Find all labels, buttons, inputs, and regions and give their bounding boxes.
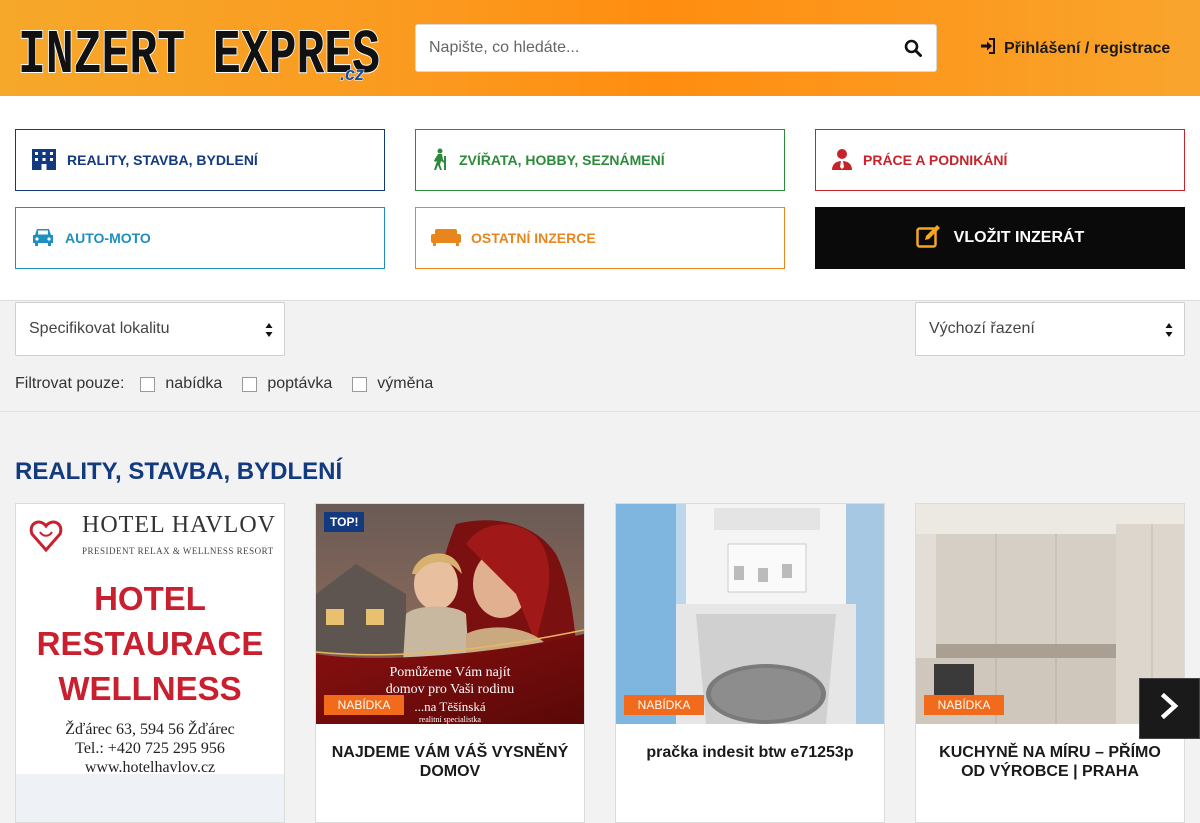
hiker-icon	[431, 148, 449, 173]
logo-text: INZERT EXPRES	[18, 20, 380, 82]
post-ad-button[interactable]: VLOŽIT INZERÁT	[815, 207, 1185, 269]
top-badge: TOP!	[324, 512, 365, 532]
checkbox[interactable]	[140, 376, 156, 392]
listing-card[interactable]: NABÍDKA pračka indesit btw e71253p	[615, 503, 885, 823]
image-text: Pomůžeme Vám najít	[389, 665, 511, 680]
search-box	[415, 24, 937, 72]
logo-suffix: .cz	[340, 64, 364, 82]
ad-contact: Žďárec 63, 594 56 Žďárec Tel.: +420 725 …	[16, 720, 284, 777]
listing-image-caption: Pomůžeme Vám najít domov pro Vaši rodinu…	[316, 664, 584, 724]
site-logo[interactable]: INZERT EXPRES .cz	[16, 12, 384, 92]
hotel-ad-banner[interactable]: HOTEL HAVLOV PRESIDENT RELAX & WELLNESS …	[15, 503, 285, 823]
ad-line: WELLNESS	[58, 670, 242, 707]
login-label: Přihlášení / registrace	[1004, 39, 1171, 57]
offer-badge: NABÍDKA	[324, 695, 404, 715]
building-icon	[31, 148, 57, 173]
checkbox-label: poptávka	[267, 375, 333, 392]
checkbox[interactable]	[242, 376, 258, 392]
car-icon	[31, 227, 55, 250]
category-label: ZVÍŘATA, HOBBY, SEZNÁMENÍ	[459, 152, 665, 168]
category-ostatni[interactable]: OSTATNÍ INZERCE	[415, 207, 785, 269]
locality-select-value: Specifikovat lokalitu	[29, 320, 170, 337]
ad-brand: HOTEL HAVLOV	[82, 512, 276, 538]
filter-label: Filtrovat pouze:	[15, 375, 125, 392]
businessman-icon	[831, 148, 853, 173]
sort-select[interactable]: Výchozí řazení	[915, 302, 1185, 356]
locality-select[interactable]: Specifikovat lokalitu	[15, 302, 285, 356]
search-input[interactable]	[416, 25, 876, 71]
search-icon[interactable]	[904, 39, 924, 59]
sort-arrows-icon	[265, 323, 273, 337]
checkbox-label: výměna	[377, 375, 434, 392]
ad-line: RESTAURACE	[36, 625, 264, 662]
category-label: PRÁCE A PODNIKÁNÍ	[863, 152, 1008, 168]
listing-title[interactable]: KUCHYNĚ NA MÍRU – PŘÍMO OD VÝROBCE | PRA…	[926, 743, 1174, 781]
ad-line: HOTEL	[94, 580, 206, 617]
filter-checkbox-poptavka[interactable]: poptávka	[242, 375, 332, 393]
carousel-next-button[interactable]	[1139, 678, 1200, 739]
checkbox-label: nabídka	[165, 375, 223, 392]
category-reality[interactable]: REALITY, STAVBA, BYDLENÍ	[15, 129, 385, 191]
login-link[interactable]: Přihlášení / registrace	[980, 38, 1170, 59]
listing-image: Pomůžeme Vám najít domov pro Vaši rodinu…	[316, 504, 584, 724]
section-title: REALITY, STAVBA, BYDLENÍ	[15, 458, 343, 485]
sort-select-value: Výchozí řazení	[929, 320, 1035, 337]
sign-in-icon	[980, 38, 996, 59]
category-prace[interactable]: PRÁCE A PODNIKÁNÍ	[815, 129, 1185, 191]
filter-checkbox-vymena[interactable]: výměna	[352, 375, 433, 393]
checkbox[interactable]	[352, 376, 368, 392]
sort-arrows-icon	[1165, 323, 1173, 337]
category-zvirata[interactable]: ZVÍŘATA, HOBBY, SEZNÁMENÍ	[415, 129, 785, 191]
ad-headline: HOTEL RESTAURACE WELLNESS	[16, 576, 284, 711]
site-header: INZERT EXPRES .cz Přihlášení / registrac…	[0, 0, 1200, 96]
listing-image: NABÍDKA	[616, 504, 884, 724]
filter-row: Filtrovat pouze: nabídka poptávka výměna	[15, 375, 453, 393]
category-label: OSTATNÍ INZERCE	[471, 230, 596, 246]
ad-tagline: PRESIDENT RELAX & WELLNESS RESORT	[82, 546, 274, 556]
listing-card[interactable]: NABÍDKA KUCHYNĚ NA MÍRU – PŘÍMO OD VÝROB…	[915, 503, 1185, 823]
listing-title[interactable]: pračka indesit btw e71253p	[626, 743, 874, 762]
edit-icon	[915, 224, 942, 253]
offer-badge: NABÍDKA	[624, 695, 704, 715]
ad-web: www.hotelhavlov.cz	[84, 759, 216, 776]
ad-address: Žďárec 63, 594 56 Žďárec	[65, 721, 235, 738]
filter-bar: Specifikovat lokalitu Výchozí řazení Fil…	[0, 302, 1200, 412]
offer-badge: NABÍDKA	[924, 695, 1004, 715]
category-panel: REALITY, STAVBA, BYDLENÍ ZVÍŘATA, HOBBY,…	[0, 96, 1200, 301]
category-label: REALITY, STAVBA, BYDLENÍ	[67, 152, 258, 168]
image-text: realitní specialistka	[419, 715, 481, 724]
category-auto-moto[interactable]: AUTO-MOTO	[15, 207, 385, 269]
listing-card[interactable]: Pomůžeme Vám najít domov pro Vaši rodinu…	[315, 503, 585, 823]
category-label: AUTO-MOTO	[65, 230, 151, 246]
filter-checkbox-nabidka[interactable]: nabídka	[140, 375, 222, 393]
ad-phone: Tel.: +420 725 295 956	[75, 740, 225, 757]
chevron-right-icon	[1160, 692, 1179, 724]
post-ad-label: VLOŽIT INZERÁT	[953, 229, 1085, 246]
listing-title[interactable]: NAJDEME VÁM VÁŠ VYSNĚNÝ DOMOV	[326, 743, 574, 781]
couch-icon	[431, 227, 461, 250]
